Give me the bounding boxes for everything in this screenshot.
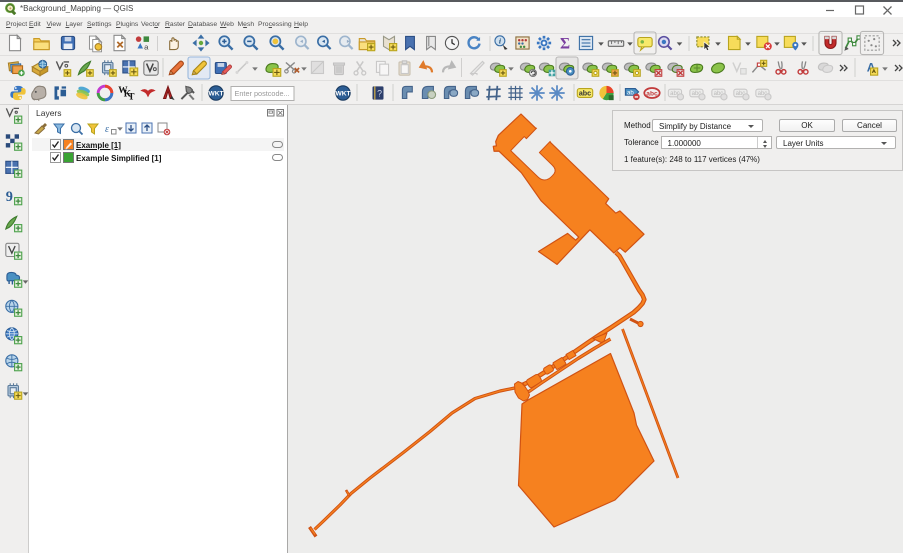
svg-text:Enter postcode...: Enter postcode...	[235, 89, 290, 98]
svg-text:Σ: Σ	[560, 36, 570, 53]
svg-text:WKT: WKT	[335, 91, 350, 98]
svg-text:abc: abc	[646, 90, 658, 97]
svg-text:abc: abc	[579, 90, 591, 98]
svg-text:ε: ε	[105, 124, 109, 135]
svg-text:a: a	[144, 43, 149, 52]
svg-text:?: ?	[377, 88, 382, 98]
svg-text:WKT: WKT	[208, 91, 223, 98]
svg-text:ab: ab	[627, 90, 634, 96]
svg-text:9: 9	[6, 189, 13, 205]
svg-text:T: T	[128, 93, 135, 103]
